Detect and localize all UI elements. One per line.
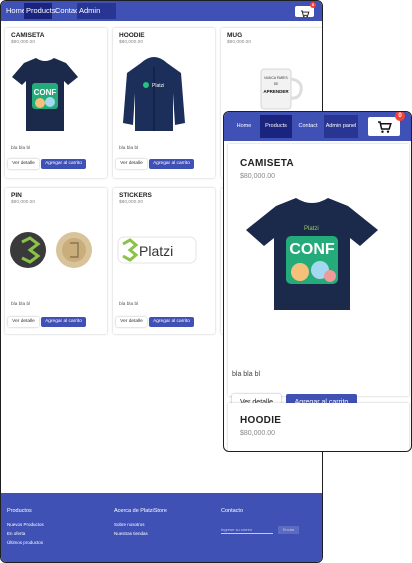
mug-text-line3: APRENDER [263, 89, 289, 94]
cart-count-badge: 0 [395, 112, 405, 121]
product-price: $80,000.00 [119, 40, 144, 45]
product-title: HOODIE [240, 415, 282, 426]
detail-button[interactable]: Ver detalle [116, 159, 147, 169]
product-title: CAMISETA [11, 32, 45, 39]
product-price: $80,000.00 [240, 173, 276, 180]
product-card-hoodie: HOODIE $80,000.00 [228, 403, 409, 451]
product-title: STICKERS [119, 192, 152, 199]
nav-products-link[interactable]: Products [24, 3, 56, 19]
product-card-camiseta: CAMISETA $80,000.00 CONF bla bla bl Ver … [5, 28, 107, 178]
add-to-cart-button[interactable]: Agregar al carrito [41, 159, 86, 169]
product-description: bla bla bl [119, 146, 139, 151]
product-price: $80,000.00 [11, 40, 36, 45]
top-navbar: Home Products Contact Admin panel 0 [1, 1, 322, 31]
nav-contact-link[interactable]: Contact [294, 115, 322, 138]
footer-email-input[interactable]: Ingrese su correo [221, 526, 273, 534]
add-to-cart-button[interactable]: Agregar al carrito [149, 317, 194, 327]
cart-icon [378, 121, 392, 133]
nav-admin-link[interactable]: Admin panel [324, 115, 358, 138]
product-price: $80,000.00 [119, 200, 144, 205]
mug-text-line1: NUNCA PARES [264, 76, 288, 80]
footer-link-new[interactable]: Nuevos Productos [7, 522, 44, 527]
shirt-brand-text: Platzi [304, 226, 319, 232]
product-card-stickers: STICKERS $80,000.00 Platzi bla bla bl Ve… [113, 188, 215, 334]
sticker-image: Platzi [117, 236, 197, 264]
add-to-cart-button[interactable]: Agregar al carrito [41, 317, 86, 327]
pin-image [10, 232, 92, 268]
mobile-navbar: Home Products Contact Admin panel 0 [224, 112, 411, 141]
mobile-view: Home Products Contact Admin panel 0 CAMI… [223, 111, 412, 452]
add-to-cart-button[interactable]: Agregar al carrito [149, 159, 194, 169]
shirt-logo-text: CONF [289, 241, 335, 258]
shirt-logo-text: CONF [34, 88, 57, 97]
nav-admin-link[interactable]: Admin panel [77, 3, 116, 31]
mug-image: NUNCA PARES DE APRENDER [260, 68, 303, 110]
cart-button[interactable]: 0 [368, 112, 405, 136]
cart-icon [301, 10, 310, 18]
mug-text-line2: DE [274, 82, 279, 86]
cart-count-badge: 0 [310, 2, 316, 8]
product-description: bla bla bl [11, 146, 31, 151]
hoodie-image: Platzi [123, 57, 185, 131]
footer-link-about[interactable]: Sobre nosotros [114, 522, 145, 527]
nav-products-link[interactable]: Products [260, 115, 292, 138]
product-description: bla bla bl [119, 302, 139, 307]
product-price: $80,000.00 [240, 430, 276, 437]
tshirt-image: CONF Platzi [246, 198, 378, 310]
sticker-text: Platzi [139, 243, 173, 259]
detail-button[interactable]: Ver detalle [8, 317, 39, 327]
footer-link-stores[interactable]: Nuestras tiendas [114, 531, 148, 536]
cart-button[interactable]: 0 [295, 2, 316, 18]
product-description: bla bla bl [11, 302, 31, 307]
product-description: bla bla bl [232, 371, 261, 378]
footer: Productos Nuevos Productos En oferta Últ… [1, 493, 322, 562]
product-card-pin: PIN $80,000.00 bla bla bl Ver detalle Ag… [5, 188, 107, 334]
product-card-camiseta: CAMISETA $80,000.00 CONF Platzi bla bla … [228, 144, 409, 411]
hoodie-brand-text: Platzi [152, 83, 164, 89]
nav-home-link[interactable]: Home [231, 115, 257, 138]
product-title: HOODIE [119, 32, 145, 39]
detail-button[interactable]: Ver detalle [8, 159, 39, 169]
product-title: PIN [11, 192, 22, 199]
detail-button[interactable]: Ver detalle [116, 317, 147, 327]
product-card-hoodie: HOODIE $80,000.00 Platzi bla bla bl Ver … [113, 28, 215, 178]
footer-about-heading: Acerca de PlatziStore [114, 508, 167, 514]
footer-link-offer[interactable]: En oferta [7, 531, 25, 536]
footer-contact-heading: Contacto [221, 508, 244, 514]
tshirt-image: CONF [12, 58, 78, 131]
product-price: $80,000.00 [11, 200, 36, 205]
footer-products-heading: Productos [7, 508, 32, 514]
footer-send-button[interactable]: Enviar [278, 526, 299, 534]
product-title: CAMISETA [240, 158, 294, 169]
product-price: $80,000.00 [227, 40, 252, 45]
footer-link-latest[interactable]: Últimos productos [7, 540, 43, 545]
product-title: MUG [227, 32, 243, 39]
